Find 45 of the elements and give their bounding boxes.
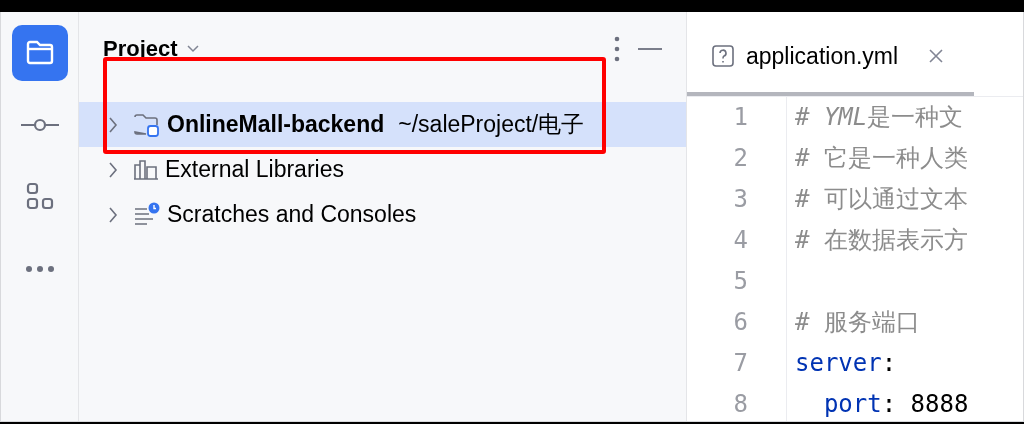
folder-icon xyxy=(24,40,55,66)
options-icon[interactable] xyxy=(614,35,620,62)
yaml-key: port xyxy=(795,390,882,418)
line-number: 4 xyxy=(732,225,749,256)
module-folder-icon xyxy=(133,111,161,138)
yaml-key: server xyxy=(795,349,882,377)
unknown-file-icon xyxy=(712,45,734,67)
code-comment: # 它是一种人类 xyxy=(795,144,968,172)
line-number: 6 xyxy=(732,307,749,338)
chevron-down-icon[interactable] xyxy=(185,43,200,54)
tree-row[interactable]: OnlineMall-backend ~/saleProject/电子 xyxy=(79,102,686,147)
tree-row[interactable]: External Libraries xyxy=(79,147,686,192)
code-colon: : xyxy=(881,349,897,377)
tree-label: External Libraries xyxy=(165,156,344,183)
line-number: 5 xyxy=(732,266,749,297)
minimize-icon[interactable] xyxy=(638,46,662,51)
code-colon: : xyxy=(881,390,898,418)
library-icon xyxy=(133,157,159,182)
code-comment: # 可以通过文本 xyxy=(795,185,968,213)
tree-label: OnlineMall-backend xyxy=(167,111,385,138)
code-comment: YML xyxy=(823,103,868,131)
tool-window-button[interactable] xyxy=(11,25,68,81)
tree-label: Scratches and Consoles xyxy=(167,201,417,228)
code-comment: # xyxy=(795,103,811,131)
project-path: ~/saleProject/电子 xyxy=(398,110,585,139)
line-number: 1 xyxy=(732,102,749,133)
chevron-right-icon[interactable] xyxy=(107,115,119,134)
tree-row[interactable]: Scratches and Consoles xyxy=(79,192,686,237)
line-number: 3 xyxy=(732,184,749,215)
code-comment: # 在数据表示方 xyxy=(795,226,968,254)
code-comment: 是一种文 xyxy=(867,103,964,131)
line-number: 8 xyxy=(732,389,749,420)
blocks-icon xyxy=(24,182,55,212)
panel-title[interactable]: Project xyxy=(103,35,178,62)
chevron-right-icon[interactable] xyxy=(107,160,119,179)
line-number: 2 xyxy=(732,143,749,174)
chevron-right-icon[interactable] xyxy=(107,205,119,224)
code-comment: # 服务端口 xyxy=(795,308,920,336)
commit-icon xyxy=(20,118,59,132)
yaml-value: 8888 xyxy=(910,390,969,418)
line-number: 7 xyxy=(732,348,749,379)
scratches-icon xyxy=(133,201,161,228)
more-icon xyxy=(24,265,55,273)
close-icon[interactable] xyxy=(928,48,945,64)
editor-tab[interactable]: application.yml xyxy=(687,20,975,96)
